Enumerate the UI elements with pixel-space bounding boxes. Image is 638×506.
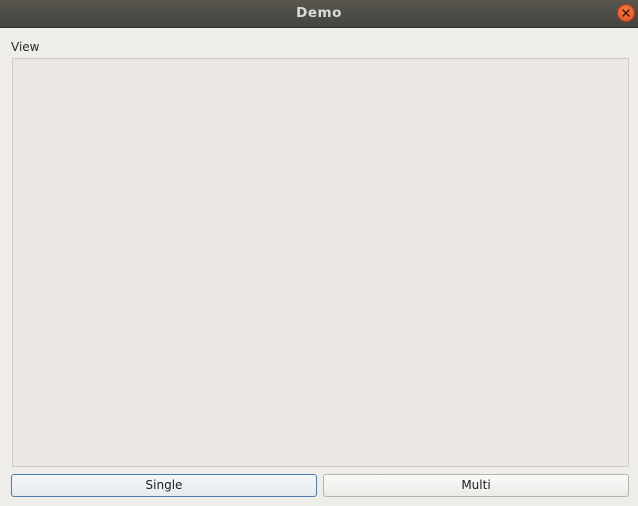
- window-title: Demo: [296, 5, 342, 21]
- title-bar[interactable]: Demo: [0, 0, 638, 28]
- close-button[interactable]: [617, 4, 635, 22]
- view-area[interactable]: [12, 58, 629, 467]
- close-icon: [622, 9, 630, 17]
- app-window: Demo View Single Multi: [0, 0, 638, 506]
- view-label: View: [11, 40, 40, 54]
- multi-button[interactable]: Multi: [323, 474, 629, 497]
- single-button[interactable]: Single: [11, 474, 317, 497]
